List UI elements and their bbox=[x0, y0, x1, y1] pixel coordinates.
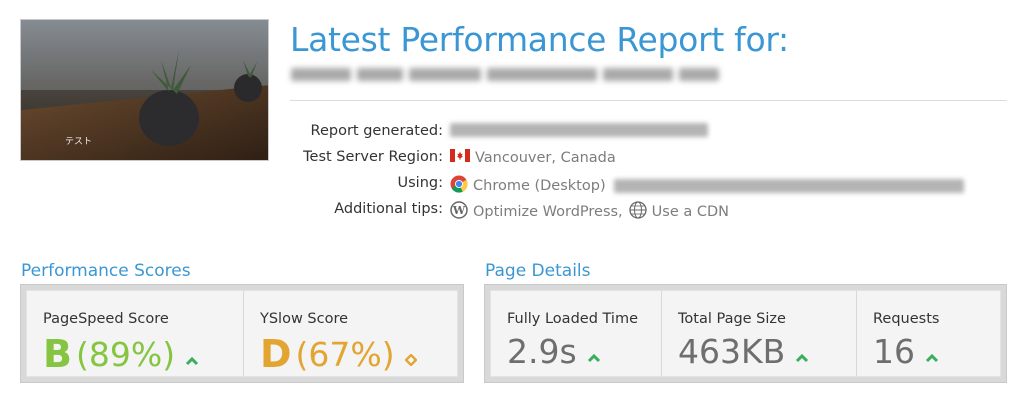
meta-label-using: Using: bbox=[397, 175, 443, 191]
meta-row-region: Test Server Region: Vancouver, Canada bbox=[290, 146, 1010, 172]
report-url-redacted[interactable] bbox=[291, 61, 720, 87]
wordpress-icon: W bbox=[450, 201, 468, 223]
fully-loaded-time-value: 2.9s bbox=[507, 332, 601, 371]
total-page-size-cell: Total Page Size 463KB bbox=[662, 291, 857, 376]
header-divider bbox=[290, 100, 1007, 101]
meta-label-tips: Additional tips: bbox=[334, 201, 443, 217]
canada-flag-icon bbox=[450, 149, 470, 166]
yslow-grade: D bbox=[260, 332, 292, 376]
requests-label: Requests bbox=[873, 311, 940, 327]
pagespeed-score-label: PageSpeed Score bbox=[43, 311, 169, 327]
yslow-score-label: YSlow Score bbox=[260, 311, 349, 327]
meta-label-generated: Report generated: bbox=[310, 123, 443, 139]
page-details-title: Page Details bbox=[485, 261, 591, 281]
chrome-icon bbox=[450, 175, 468, 197]
page-details-panel: Fully Loaded Time 2.9s Total Page Size 4… bbox=[484, 284, 1007, 383]
page-title: Latest Performance Report for: bbox=[290, 20, 789, 59]
trend-neutral-diamond-icon bbox=[404, 335, 418, 374]
yslow-percent: (67%) bbox=[295, 334, 395, 374]
meta-value-tips: W Optimize WordPress, Use a CDN bbox=[450, 201, 729, 223]
site-screenshot-thumbnail: テスト bbox=[20, 19, 269, 161]
meta-row-using: Using: Chrome (Desktop) bbox=[290, 172, 1010, 198]
thumbnail-caption: テスト bbox=[65, 137, 93, 147]
meta-row-tips: Additional tips: W Optimize WordPress, U… bbox=[290, 198, 1010, 224]
region-text: Vancouver, Canada bbox=[475, 149, 616, 166]
fully-loaded-time-cell: Fully Loaded Time 2.9s bbox=[491, 291, 662, 376]
trend-up-icon bbox=[587, 332, 601, 371]
globe-icon bbox=[629, 201, 647, 223]
report-meta: Report generated: Test Server Region: Va… bbox=[290, 120, 1010, 224]
performance-scores-inner: PageSpeed Score B (89%) YSlow Score D (6… bbox=[26, 290, 458, 377]
user-agent-redacted bbox=[613, 179, 964, 193]
meta-value-region: Vancouver, Canada bbox=[450, 149, 616, 166]
trend-up-icon bbox=[185, 335, 199, 374]
meta-row-generated: Report generated: bbox=[290, 120, 1010, 146]
total-page-size-label: Total Page Size bbox=[678, 311, 786, 327]
svg-text:W: W bbox=[452, 204, 466, 217]
pagespeed-percent: (89%) bbox=[75, 334, 176, 374]
trend-up-icon bbox=[795, 332, 809, 371]
requests-value: 16 bbox=[873, 332, 939, 371]
pagespeed-score-cell: PageSpeed Score B (89%) bbox=[27, 291, 244, 376]
page-details-inner: Fully Loaded Time 2.9s Total Page Size 4… bbox=[490, 290, 1001, 377]
meta-value-using: Chrome (Desktop) bbox=[450, 175, 964, 197]
requests-cell: Requests 16 bbox=[857, 291, 1000, 376]
pagespeed-grade: B bbox=[43, 332, 72, 376]
meta-value-generated bbox=[450, 123, 708, 137]
generated-date-redacted bbox=[450, 123, 708, 137]
fully-loaded-time-label: Fully Loaded Time bbox=[507, 311, 638, 327]
trend-up-icon bbox=[925, 332, 939, 371]
meta-label-region: Test Server Region: bbox=[303, 149, 443, 165]
performance-scores-panel: PageSpeed Score B (89%) YSlow Score D (6… bbox=[20, 284, 464, 383]
page-size-number: 463KB bbox=[678, 332, 786, 371]
pagespeed-score-value: B (89%) bbox=[43, 332, 199, 376]
total-page-size-value: 463KB bbox=[678, 332, 809, 371]
performance-scores-title: Performance Scores bbox=[21, 261, 191, 281]
tip-optimize-wordpress[interactable]: Optimize WordPress, bbox=[473, 204, 623, 220]
browser-text: Chrome (Desktop) bbox=[473, 178, 606, 194]
yslow-score-cell: YSlow Score D (67%) bbox=[244, 291, 457, 376]
requests-number: 16 bbox=[873, 332, 915, 371]
tip-use-cdn[interactable]: Use a CDN bbox=[652, 204, 729, 220]
load-time-number: 2.9s bbox=[507, 332, 577, 371]
yslow-score-value: D (67%) bbox=[260, 332, 418, 376]
